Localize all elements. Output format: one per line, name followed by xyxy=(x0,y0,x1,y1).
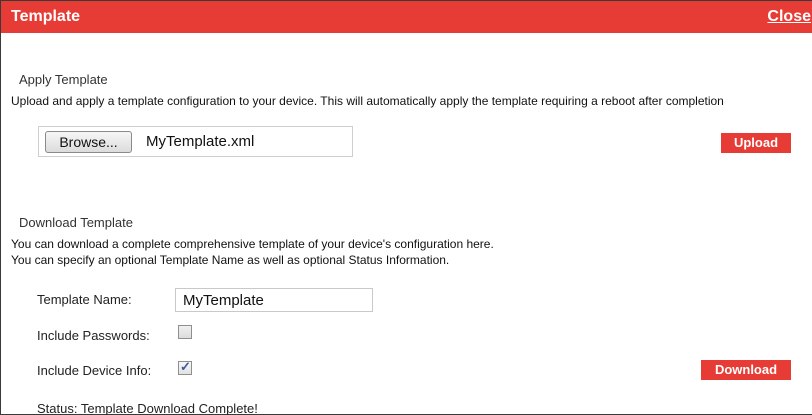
download-button[interactable]: Download xyxy=(701,360,791,380)
browse-button[interactable]: Browse... xyxy=(45,131,132,153)
download-template-heading: Download Template xyxy=(19,215,133,230)
template-name-input[interactable] xyxy=(175,288,373,312)
status-message: Status: Template Download Complete! xyxy=(37,401,258,415)
file-picker: Browse... MyTemplate.xml xyxy=(38,126,353,157)
dialog-titlebar: Template Close xyxy=(1,1,812,33)
template-dialog: Template Close Apply Template Upload and… xyxy=(0,0,812,415)
close-link[interactable]: Close xyxy=(767,8,811,26)
upload-button[interactable]: Upload xyxy=(721,133,791,153)
download-description-line2: You can specify an optional Template Nam… xyxy=(11,253,450,267)
check-mark-icon: ✓ xyxy=(180,359,191,374)
include-device-info-checkbox[interactable]: ✓ xyxy=(178,359,192,375)
include-passwords-checkbox[interactable] xyxy=(178,325,192,339)
include-device-info-label: Include Device Info: xyxy=(37,363,152,378)
template-name-label: Template Name: xyxy=(37,292,132,307)
download-description-line1: You can download a complete comprehensiv… xyxy=(11,237,494,251)
dialog-title: Template xyxy=(11,8,81,25)
include-passwords-label: Include Passwords: xyxy=(37,328,150,343)
selected-file-name: MyTemplate.xml xyxy=(146,133,255,150)
apply-template-heading: Apply Template xyxy=(19,72,108,87)
apply-template-description: Upload and apply a template configuratio… xyxy=(11,94,724,108)
